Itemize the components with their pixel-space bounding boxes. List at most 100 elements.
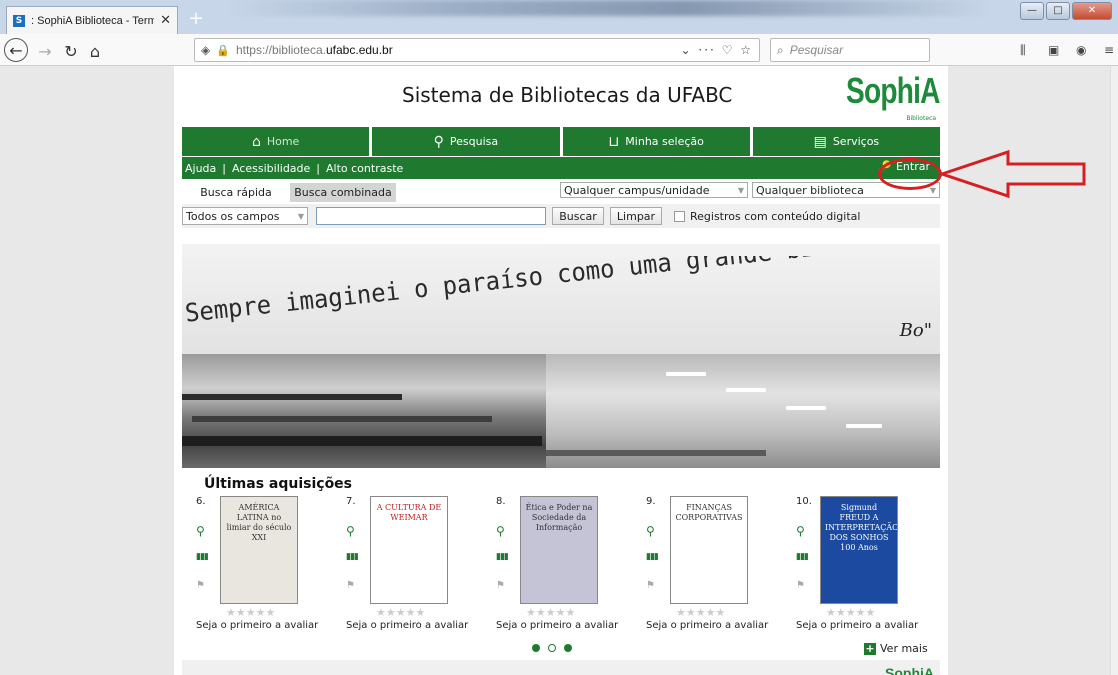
- menu-servicos[interactable]: ▤ Serviços: [752, 127, 940, 156]
- browser-tab[interactable]: S : SophiA Biblioteca - Terminal ✕: [6, 6, 178, 34]
- pager-dot[interactable]: [564, 644, 572, 652]
- rating-stars[interactable]: ★★★★★: [526, 606, 575, 619]
- shelf: [546, 450, 766, 456]
- pager-dot[interactable]: [548, 644, 556, 652]
- page-actions-icon[interactable]: ⌄ ··· ♡ ☆: [681, 43, 753, 57]
- rating-prompt: Seja o primeiro a avaliar: [196, 620, 319, 631]
- browser-navbar: ← → ↻ ⌂ ◈ 🔒 https://biblioteca.ufabc.edu…: [0, 34, 1118, 66]
- flag-icon[interactable]: ⚑: [796, 580, 810, 594]
- book-cover[interactable]: Ética e Poder na Sociedade da Informação: [520, 496, 598, 604]
- link-acessibilidade[interactable]: Acessibilidade: [232, 162, 310, 175]
- book-cover[interactable]: Sigmund FREUD A INTERPRETAÇÃO DOS SONHOS…: [820, 496, 898, 604]
- rating-stars[interactable]: ★★★★★: [376, 606, 425, 619]
- sophia-favicon-icon: S: [13, 14, 25, 27]
- library-shelf-icon[interactable]: ▮▮▮: [646, 552, 660, 566]
- acquisition-item[interactable]: 6. ⚲ ▮▮▮ ⚑ AMÉRICA LATINA no limiar do sécul…: [196, 496, 342, 634]
- library-shelf-icon[interactable]: ▮▮▮: [496, 552, 510, 566]
- digital-content-checkbox[interactable]: [674, 211, 685, 222]
- book-cover[interactable]: A CULTURA DE WEIMAR: [370, 496, 448, 604]
- home-icon[interactable]: ⌂: [84, 40, 106, 62]
- scrollbar[interactable]: [1110, 66, 1118, 675]
- reload-button[interactable]: ↻: [60, 40, 82, 62]
- browser-search-bar[interactable]: ⌕ Pesquisar: [770, 38, 930, 62]
- library-shelf-icon[interactable]: ▮▮▮: [196, 552, 210, 566]
- menu-home[interactable]: ⌂ Home: [182, 127, 370, 156]
- acquisition-number: 6.: [196, 496, 206, 507]
- campus-select-value: Qualquer campus/unidade: [564, 183, 710, 197]
- new-tab-button[interactable]: +: [186, 9, 206, 29]
- logo-subtitle: Biblioteca: [906, 115, 936, 122]
- forward-button[interactable]: →: [34, 40, 56, 62]
- back-button[interactable]: ←: [4, 38, 28, 62]
- library-shelf-icon[interactable]: ▮▮▮: [346, 552, 360, 566]
- search-input[interactable]: [316, 207, 546, 225]
- buscar-button[interactable]: Buscar: [552, 207, 604, 225]
- shield-icon[interactable]: ◈: [201, 43, 210, 57]
- acquisition-actions: ⚲ ▮▮▮ ⚑: [496, 524, 510, 608]
- see-more-link[interactable]: + Ver mais: [864, 642, 928, 655]
- search-icon[interactable]: ⚲: [796, 524, 810, 538]
- chevron-down-icon: ▼: [297, 211, 304, 221]
- close-window-button[interactable]: ✕: [1072, 2, 1112, 20]
- limpar-button[interactable]: Limpar: [610, 207, 662, 225]
- rating-stars[interactable]: ★★★★★: [226, 606, 275, 619]
- close-tab-icon[interactable]: ✕: [160, 13, 171, 28]
- library-shelf-icon[interactable]: ▮▮▮: [796, 552, 810, 566]
- tab-busca-combinada[interactable]: Busca combinada: [290, 183, 396, 202]
- url-bar[interactable]: ◈ 🔒 https://biblioteca.ufabc.edu.br ⌄ ··…: [194, 38, 760, 62]
- sidebar-icon[interactable]: ▣: [1048, 43, 1059, 57]
- acquisition-actions: ⚲ ▮▮▮ ⚑: [196, 524, 210, 608]
- rating-prompt: Seja o primeiro a avaliar: [646, 620, 769, 631]
- ceiling-light: [726, 388, 766, 392]
- tab-busca-rapida[interactable]: Busca rápida: [182, 183, 290, 202]
- menu-minha-selecao[interactable]: ⊔ Minha seleção: [562, 127, 750, 156]
- search-icon[interactable]: ⚲: [196, 524, 210, 538]
- library-select-value: Qualquer biblioteca: [756, 183, 864, 197]
- minimize-button[interactable]: —: [1020, 2, 1044, 20]
- search-icon[interactable]: ⚲: [496, 524, 510, 538]
- url-text[interactable]: https://biblioteca.ufabc.edu.br: [236, 43, 675, 57]
- sophia-logo[interactable]: SophiA Biblioteca: [846, 70, 940, 122]
- acquisition-item[interactable]: 9. ⚲ ▮▮▮ ⚑ FINANÇAS CORPORATIVAS ★★★★★ Seja o …: [646, 496, 792, 634]
- annotation-circle: [878, 158, 942, 190]
- shelf: [192, 416, 492, 422]
- shelf: [182, 436, 542, 446]
- menu-pesquisa[interactable]: ⚲ Pesquisa: [372, 127, 560, 156]
- search-icon[interactable]: ⚲: [646, 524, 660, 538]
- chevron-down-icon: ▼: [929, 185, 936, 195]
- menu-icon[interactable]: ≡: [1104, 43, 1114, 57]
- campus-select[interactable]: Qualquer campus/unidade ▼: [560, 182, 748, 198]
- links-bar: Ajuda | Acessibilidade | Alto contraste …: [182, 157, 940, 179]
- book-cover[interactable]: FINANÇAS CORPORATIVAS: [670, 496, 748, 604]
- digital-content-label: Registros com conteúdo digital: [690, 210, 861, 223]
- flag-icon[interactable]: ⚑: [196, 580, 210, 594]
- shelf: [182, 394, 402, 400]
- acquisition-item[interactable]: 10. ⚲ ▮▮▮ ⚑ Sigmund FREUD A INTERPRETAÇÃO DO…: [796, 496, 942, 634]
- pager-dot[interactable]: [532, 644, 540, 652]
- rating-stars[interactable]: ★★★★★: [676, 606, 725, 619]
- rating-stars[interactable]: ★★★★★: [826, 606, 875, 619]
- account-icon[interactable]: ◉: [1076, 43, 1086, 57]
- search-tabs-row: Busca rápida Busca combinada Qualquer ca…: [182, 180, 940, 202]
- link-alto-contraste[interactable]: Alto contraste: [326, 162, 403, 175]
- acquisition-item[interactable]: 7. ⚲ ▮▮▮ ⚑ A CULTURA DE WEIMAR ★★★★★ Seja o pr…: [346, 496, 492, 634]
- acquisition-item[interactable]: 8. ⚲ ▮▮▮ ⚑ Ética e Poder na Sociedade da Inf…: [496, 496, 642, 634]
- search-icon[interactable]: ⚲: [346, 524, 360, 538]
- maximize-button[interactable]: □: [1046, 2, 1070, 20]
- site-container: Sistema de Bibliotecas da UFABC SophiA B…: [174, 66, 948, 675]
- rating-prompt: Seja o primeiro a avaliar: [496, 620, 619, 631]
- link-separator: |: [316, 161, 321, 175]
- lock-icon[interactable]: 🔒: [216, 44, 230, 57]
- field-select[interactable]: Todos os campos ▼: [182, 207, 308, 225]
- flag-icon[interactable]: ⚑: [496, 580, 510, 594]
- footer-logo: SophiA: [885, 665, 934, 675]
- flag-icon[interactable]: ⚑: [646, 580, 660, 594]
- acquisition-number: 10.: [796, 496, 812, 507]
- link-ajuda[interactable]: Ajuda: [185, 162, 216, 175]
- field-select-value: Todos os campos: [186, 209, 280, 223]
- plus-icon: +: [864, 641, 876, 655]
- book-cover[interactable]: AMÉRICA LATINA no limiar do século XXI: [220, 496, 298, 604]
- hero-banner[interactable]: Sempre imaginei o paraíso como uma grand…: [182, 244, 940, 468]
- library-icon[interactable]: ⫼: [1020, 43, 1026, 58]
- flag-icon[interactable]: ⚑: [346, 580, 360, 594]
